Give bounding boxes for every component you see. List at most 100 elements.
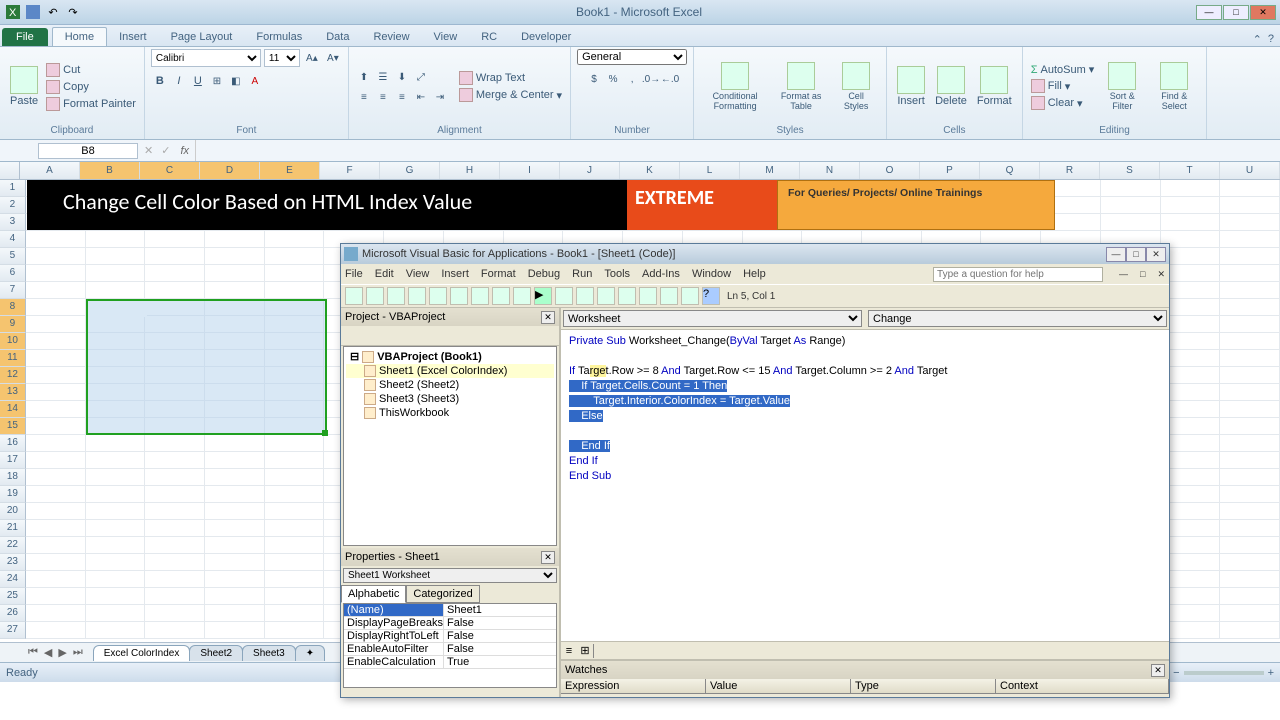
- cell[interactable]: [145, 588, 205, 605]
- cell[interactable]: [26, 384, 86, 401]
- reset-icon[interactable]: [576, 287, 594, 305]
- view-object-icon[interactable]: [362, 328, 378, 344]
- cell[interactable]: [205, 537, 265, 554]
- column-header[interactable]: S: [1100, 162, 1160, 179]
- cell[interactable]: [26, 350, 86, 367]
- format-as-table-button[interactable]: Format as Table: [772, 60, 830, 113]
- bold-button[interactable]: B: [151, 72, 169, 90]
- cell[interactable]: [1220, 350, 1280, 367]
- column-header[interactable]: A: [20, 162, 80, 179]
- break-icon[interactable]: [555, 287, 573, 305]
- help-icon[interactable]: ?: [702, 287, 720, 305]
- cell[interactable]: [26, 333, 86, 350]
- cell[interactable]: [205, 469, 265, 486]
- cell[interactable]: [86, 486, 146, 503]
- font-family-select[interactable]: Calibri: [151, 49, 261, 67]
- formula-input[interactable]: [195, 140, 1280, 161]
- tab-review[interactable]: Review: [361, 28, 421, 46]
- cell[interactable]: [1220, 248, 1280, 265]
- row-header[interactable]: 24: [0, 571, 26, 588]
- column-header[interactable]: O: [860, 162, 920, 179]
- column-header[interactable]: E: [260, 162, 320, 179]
- align-left-icon[interactable]: ≡: [355, 89, 373, 107]
- paste-button[interactable]: Paste: [6, 64, 42, 109]
- vbe-child-max[interactable]: □: [1140, 269, 1145, 279]
- property-row[interactable]: DisplayPageBreaksFalse: [344, 617, 556, 630]
- column-header[interactable]: F: [320, 162, 380, 179]
- cell[interactable]: [26, 299, 86, 316]
- column-header[interactable]: G: [380, 162, 440, 179]
- cell[interactable]: [1220, 588, 1280, 605]
- vbe-menu-window[interactable]: Window: [692, 268, 731, 280]
- code-editor[interactable]: Private Sub Worksheet_Change(ByVal Targe…: [561, 330, 1169, 641]
- cell[interactable]: [86, 503, 146, 520]
- cell[interactable]: [205, 248, 265, 265]
- cell[interactable]: [1220, 214, 1280, 231]
- cell[interactable]: [265, 435, 325, 452]
- percent-icon[interactable]: %: [604, 70, 622, 88]
- close-panel-icon[interactable]: ✕: [1151, 664, 1165, 677]
- cell[interactable]: [145, 554, 205, 571]
- project-tree[interactable]: ⊟VBAProject (Book1) Sheet1 (Excel ColorI…: [343, 346, 557, 546]
- align-top-icon[interactable]: ⬆: [355, 69, 373, 87]
- cell[interactable]: [1220, 333, 1280, 350]
- row-header[interactable]: 26: [0, 605, 26, 622]
- align-middle-icon[interactable]: ☰: [374, 69, 392, 87]
- cell[interactable]: [1220, 435, 1280, 452]
- close-panel-icon[interactable]: ✕: [541, 551, 555, 564]
- format-cells-button[interactable]: Format: [973, 64, 1016, 109]
- cell[interactable]: [205, 554, 265, 571]
- cell[interactable]: [205, 605, 265, 622]
- cell[interactable]: [26, 231, 86, 248]
- tab-insert[interactable]: Insert: [107, 28, 159, 46]
- orientation-icon[interactable]: ⤢: [412, 69, 430, 87]
- conditional-formatting-button[interactable]: Conditional Formatting: [700, 60, 770, 113]
- property-row[interactable]: EnableAutoFilterFalse: [344, 643, 556, 656]
- cell[interactable]: [1220, 401, 1280, 418]
- folder-icon[interactable]: [381, 328, 397, 344]
- object-combo[interactable]: Worksheet: [563, 310, 862, 327]
- copy-icon[interactable]: [429, 287, 447, 305]
- tab-view[interactable]: View: [422, 28, 470, 46]
- copy-button[interactable]: Copy: [44, 79, 138, 95]
- column-header[interactable]: D: [200, 162, 260, 179]
- vbe-help-search[interactable]: [933, 267, 1103, 282]
- cell[interactable]: [1220, 452, 1280, 469]
- sheet-tab-active[interactable]: Excel ColorIndex: [93, 645, 191, 661]
- redo-icon[interactable]: ↷: [64, 3, 82, 21]
- save-icon[interactable]: [24, 3, 42, 21]
- cell[interactable]: [265, 282, 325, 299]
- tree-item-sheet2[interactable]: Sheet2 (Sheet2): [346, 378, 554, 392]
- cell[interactable]: [1220, 503, 1280, 520]
- column-header[interactable]: N: [800, 162, 860, 179]
- vbe-menu-insert[interactable]: Insert: [441, 268, 469, 280]
- cell[interactable]: [86, 554, 146, 571]
- new-sheet-button[interactable]: ✦: [295, 645, 325, 661]
- cell[interactable]: [145, 231, 205, 248]
- comma-icon[interactable]: ,: [623, 70, 641, 88]
- zoom-out-button[interactable]: −: [1173, 667, 1179, 679]
- cell[interactable]: [205, 520, 265, 537]
- sheet-nav-last[interactable]: ⏭: [73, 646, 83, 659]
- vbe-menu-addins[interactable]: Add-Ins: [642, 268, 680, 280]
- undo-icon[interactable]: ↶: [44, 3, 62, 21]
- object-browser-icon[interactable]: [660, 287, 678, 305]
- cell[interactable]: [145, 248, 205, 265]
- row-header[interactable]: 27: [0, 622, 26, 639]
- cell[interactable]: [86, 452, 146, 469]
- cell[interactable]: [1220, 486, 1280, 503]
- cell[interactable]: [1220, 469, 1280, 486]
- vbe-child-close[interactable]: ✕: [1157, 269, 1165, 280]
- vbe-menu-edit[interactable]: Edit: [375, 268, 394, 280]
- column-header[interactable]: B: [80, 162, 140, 179]
- cell[interactable]: [205, 452, 265, 469]
- tab-home[interactable]: Home: [52, 27, 107, 46]
- cell[interactable]: [26, 588, 86, 605]
- row-header[interactable]: 10: [0, 333, 26, 350]
- row-header[interactable]: 8: [0, 299, 26, 316]
- format-painter-button[interactable]: Format Painter: [44, 96, 138, 112]
- view-code-icon[interactable]: [343, 328, 359, 344]
- properties-grid[interactable]: (Name)Sheet1DisplayPageBreaksFalseDispla…: [343, 603, 557, 688]
- cell[interactable]: [265, 486, 325, 503]
- cell[interactable]: [26, 622, 86, 639]
